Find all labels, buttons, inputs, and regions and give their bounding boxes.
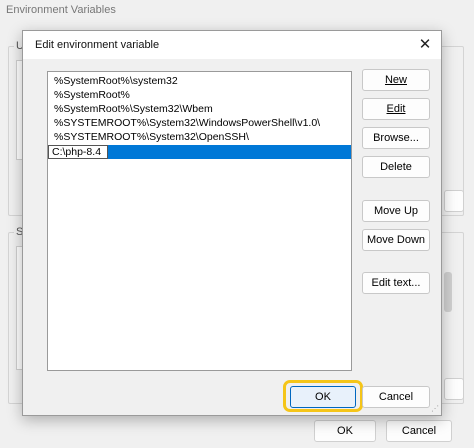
list-item[interactable]: %SystemRoot% (48, 88, 351, 102)
edit-text-button[interactable]: Edit text... (362, 272, 430, 294)
browse-button-label: Browse... (373, 132, 419, 144)
list-item[interactable]: %SystemRoot%\system32 (48, 74, 351, 88)
resize-grip-icon[interactable]: ⋰ (431, 404, 439, 413)
window-cancel-button[interactable]: Cancel (386, 420, 452, 442)
window-ok-button[interactable]: OK (314, 420, 376, 442)
path-list[interactable]: %SystemRoot%\system32 %SystemRoot% %Syst… (47, 71, 352, 371)
dialog-titlebar: Edit environment variable ✕ (23, 31, 441, 59)
new-button[interactable]: New (362, 69, 430, 91)
move-up-button[interactable]: Move Up (362, 200, 430, 222)
dialog-title: Edit environment variable (35, 39, 160, 51)
edit-button[interactable]: Edit (362, 98, 430, 120)
browse-button[interactable]: Browse... (362, 127, 430, 149)
window-title: Environment Variables (6, 4, 116, 16)
new-button-label: New (384, 74, 407, 86)
move-up-button-label: Move Up (373, 205, 419, 217)
list-item[interactable]: %SYSTEMROOT%\System32\OpenSSH\ (48, 130, 351, 144)
user-delete-button-partial[interactable] (444, 190, 464, 212)
delete-button[interactable]: Delete (362, 156, 430, 178)
system-list-scrollbar-thumb[interactable] (444, 272, 452, 312)
selected-list-item[interactable]: C:\php-8.4 (48, 145, 351, 159)
list-item[interactable]: %SYSTEMROOT%\System32\WindowsPowerShell\… (48, 116, 351, 130)
edit-text-button-label: Edit text... (371, 277, 421, 289)
move-down-button[interactable]: Move Down (362, 229, 430, 251)
list-item[interactable]: %SystemRoot%\System32\Wbem (48, 102, 351, 116)
move-down-button-label: Move Down (366, 234, 426, 246)
edit-environment-variable-dialog: Edit environment variable ✕ %SystemRoot%… (22, 30, 442, 416)
ok-button[interactable]: OK (290, 386, 356, 408)
cancel-button[interactable]: Cancel (362, 386, 430, 408)
edit-button-label: Edit (386, 103, 406, 115)
delete-button-label: Delete (380, 161, 412, 173)
path-edit-field[interactable]: C:\php-8.4 (48, 145, 108, 159)
close-icon[interactable]: ✕ (415, 35, 435, 55)
system-delete-button-partial[interactable] (444, 378, 464, 400)
